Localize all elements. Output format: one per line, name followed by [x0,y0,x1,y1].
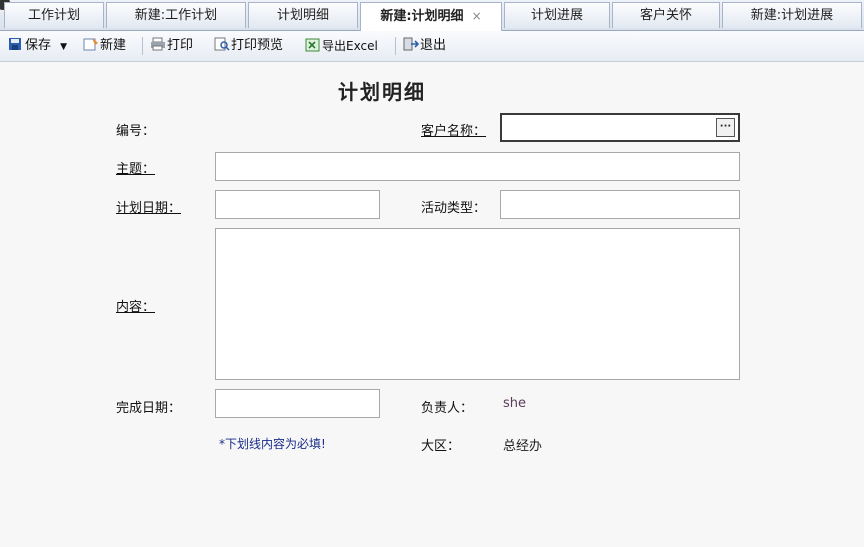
exit-icon [403,37,420,51]
done-date-label: 完成日期： [116,401,182,416]
tab-bar: 工作计划 新建:工作计划 计划明细 新建:计划明细 × 计划进展 客户关怀 新建:… [0,0,864,31]
required-note: *下划线内容为必填! [219,437,326,451]
tab-work-plan[interactable]: 工作计划 [4,2,104,28]
export-excel-button[interactable]: 导出Excel [305,37,378,55]
owner-value: she [503,396,527,411]
tab-customer-care[interactable]: 客户关怀 [612,2,720,28]
region-value: 总经办 [503,439,543,454]
tab-plan-progress[interactable]: 计划进展 [504,2,610,28]
close-icon[interactable]: × [472,9,482,23]
excel-icon [305,38,320,52]
tab-new-work-plan[interactable]: 新建:工作计划 [106,2,246,28]
new-document-icon [83,37,98,51]
tab-new-plan-detail[interactable]: 新建:计划明细 × [360,2,502,31]
tab-plan-detail[interactable]: 计划明细 [248,2,358,28]
id-label: 编号： [116,124,156,139]
print-preview-button[interactable]: 打印预览 [214,37,283,55]
subject-input[interactable] [215,152,740,181]
printer-icon [150,37,165,51]
dropdown-arrow-icon[interactable]: ▼ [60,42,67,52]
content-textarea[interactable] [215,228,740,380]
content-label: 内容： [116,300,156,315]
plan-date-input[interactable] [215,190,380,219]
new-button[interactable]: 新建 [83,37,126,55]
region-label: 大区： [421,439,461,454]
subject-label: 主题： [116,162,156,177]
form-title: 计划明细 [338,80,426,104]
activity-type-input[interactable] [500,190,740,219]
tab-new-plan-progress[interactable]: 新建:计划进展 [722,2,862,28]
customer-lookup-button[interactable]: ··· [716,118,735,137]
toolbar: 保存 ▼ 新建 打印 打印预览 导出Excel 退出 [0,31,864,62]
print-preview-icon [214,37,230,51]
customer-name-label: 客户名称： [421,124,487,139]
exit-button[interactable]: 退出 [403,37,446,55]
owner-label: 负责人： [421,401,474,416]
print-button[interactable]: 打印 [150,37,193,55]
customer-name-input[interactable]: ··· [500,113,740,142]
save-icon [8,37,22,51]
activity-type-label: 活动类型： [421,201,487,216]
save-button[interactable]: 保存 ▼ [8,37,67,55]
done-date-input[interactable] [215,389,380,418]
plan-date-label: 计划日期： [116,201,182,216]
